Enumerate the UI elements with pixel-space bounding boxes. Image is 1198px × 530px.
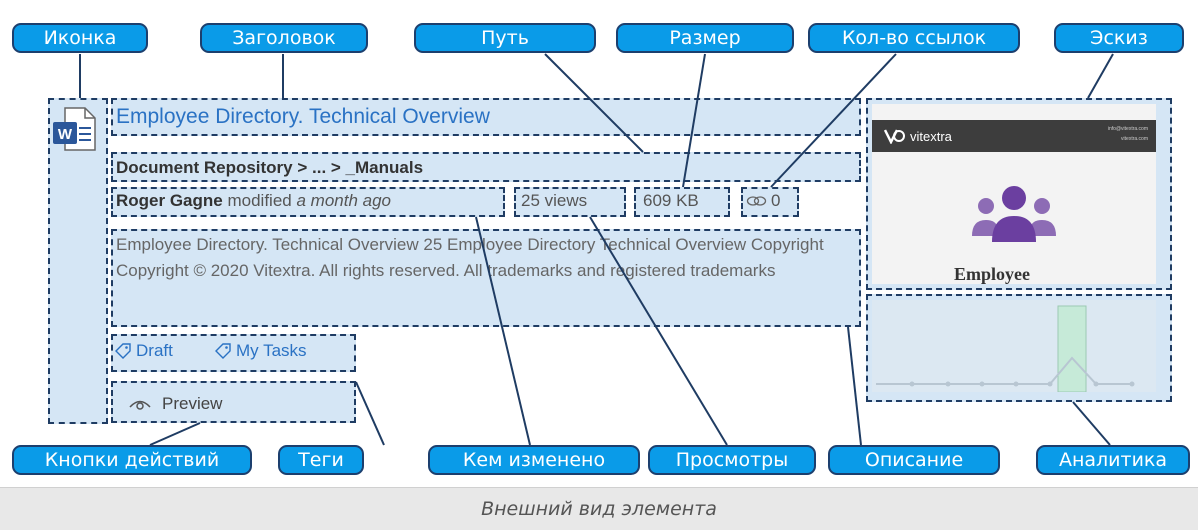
preview-button[interactable]: Preview [128,394,222,414]
callout-links-count: Кол-во ссылок [808,23,1020,53]
callout-description: Описание [828,445,1000,475]
figure-caption: Внешний вид элемента [0,487,1198,530]
thumbnail-brand: vitextra [910,128,952,144]
callout-icon: Иконка [12,23,148,53]
tag-draft[interactable]: Draft [114,341,173,361]
thumbnail-contact: info@vitextra.com vitextra.com [1108,124,1148,144]
item-title-link[interactable]: Employee Directory. Technical Overview [116,105,490,129]
thumbnail-contact-email: info@vitextra.com [1107,126,1148,132]
callout-title: Заголовок [200,23,368,53]
thumbnail-contact-site: vitextra.com [1121,136,1148,142]
svg-text:W: W [58,126,73,143]
tag-icon [115,343,131,359]
item-path[interactable]: Document Repository > ... > _Manuals [116,158,423,178]
tag-draft-label: Draft [136,341,173,360]
callout-views: Просмотры [648,445,816,475]
people-icon [972,186,1056,242]
diagram: W Employee Directory. Technical Overview… [0,0,1198,530]
callout-path: Путь [414,23,596,53]
modified-word: modified [227,191,292,210]
links-count: 0 [771,191,781,210]
eye-icon [129,400,151,410]
thumbnail-header: vitextra info@vitextra.com vitextra.com [872,120,1156,152]
file-size: 609 KB [643,191,699,210]
modified-by-text: Roger Gagne modified a month ago [116,191,391,211]
callout-modified-by: Кем изменено [428,445,640,475]
vitextra-logo: vitextra [884,128,952,144]
preview-label: Preview [162,394,223,413]
callout-actions: Кнопки действий [12,445,252,475]
word-document-icon: W [51,106,101,152]
analytics-bar [1057,305,1087,392]
callout-thumbnail: Эскиз [1054,23,1184,53]
tag-my-tasks-label: My Tasks [236,341,307,360]
tag-my-tasks[interactable]: My Tasks [214,341,307,361]
modified-when: a month ago [296,191,391,210]
item-description: Employee Directory. Technical Overview 2… [116,235,824,280]
callout-size: Размер [616,23,794,53]
author-name[interactable]: Roger Gagne [116,191,223,210]
link-icon [746,196,767,206]
analytics-chart[interactable] [872,300,1156,392]
views-count: 25 views [521,191,588,210]
tag-icon [215,343,231,359]
callout-tags: Теги [278,445,364,475]
callout-analytics: Аналитика [1036,445,1190,475]
thumbnail-word: Employee [954,264,1030,284]
thumbnail-image[interactable]: vitextra info@vitextra.com vitextra.com … [872,104,1156,284]
links-count-wrap: 0 [746,191,780,211]
vitextra-logo-icon [884,129,905,144]
analytics-line [876,356,1132,385]
